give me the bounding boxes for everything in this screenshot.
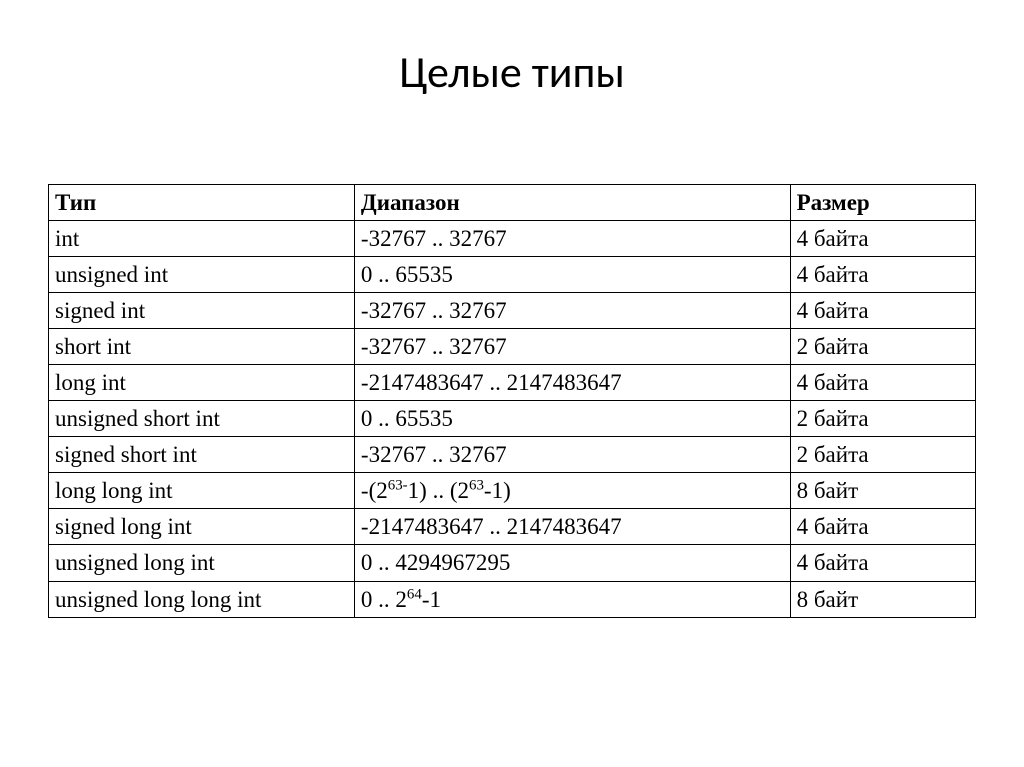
table-header-row: Тип Диапазон Размер: [49, 185, 976, 221]
header-range: Диапазон: [354, 185, 790, 221]
table-row: short int-32767 .. 327672 байта: [49, 329, 976, 365]
cell-type: signed short int: [49, 437, 355, 473]
table-row: unsigned long int0 .. 42949672954 байта: [49, 545, 976, 581]
cell-type: unsigned int: [49, 257, 355, 293]
table-row: signed int-32767 .. 327674 байта: [49, 293, 976, 329]
cell-type: long int: [49, 365, 355, 401]
cell-range: -32767 .. 32767: [354, 221, 790, 257]
cell-range: -32767 .. 32767: [354, 329, 790, 365]
cell-range: 0 .. 264-1: [354, 581, 790, 617]
cell-range: -32767 .. 32767: [354, 437, 790, 473]
cell-range: -32767 .. 32767: [354, 293, 790, 329]
cell-size: 4 байта: [790, 221, 975, 257]
table-row: signed long int-2147483647 .. 2147483647…: [49, 509, 976, 545]
table-row: unsigned int0 .. 655354 байта: [49, 257, 976, 293]
cell-type: int: [49, 221, 355, 257]
cell-range: 0 .. 65535: [354, 257, 790, 293]
cell-type: long long int: [49, 473, 355, 509]
cell-size: 8 байт: [790, 473, 975, 509]
integer-types-table: Тип Диапазон Размер int-32767 .. 327674 …: [48, 184, 976, 618]
table-row: long int-2147483647 .. 21474836474 байта: [49, 365, 976, 401]
table-body: int-32767 .. 327674 байтаunsigned int0 .…: [49, 221, 976, 618]
header-type: Тип: [49, 185, 355, 221]
cell-type: unsigned long int: [49, 545, 355, 581]
cell-type: short int: [49, 329, 355, 365]
cell-size: 4 байта: [790, 293, 975, 329]
cell-range: -2147483647 .. 2147483647: [354, 365, 790, 401]
cell-type: signed int: [49, 293, 355, 329]
cell-size: 2 байта: [790, 329, 975, 365]
header-size: Размер: [790, 185, 975, 221]
cell-size: 2 байта: [790, 401, 975, 437]
cell-range: 0 .. 65535: [354, 401, 790, 437]
cell-type: unsigned short int: [49, 401, 355, 437]
cell-type: unsigned long long int: [49, 581, 355, 617]
cell-size: 4 байта: [790, 545, 975, 581]
table-row: signed short int-32767 .. 327672 байта: [49, 437, 976, 473]
table-row: unsigned short int0 .. 655352 байта: [49, 401, 976, 437]
cell-size: 8 байт: [790, 581, 975, 617]
cell-range: -2147483647 .. 2147483647: [354, 509, 790, 545]
table-row: long long int-(263-1) .. (263-1)8 байт: [49, 473, 976, 509]
cell-size: 4 байта: [790, 365, 975, 401]
table-row: unsigned long long int0 .. 264-18 байт: [49, 581, 976, 617]
cell-type: signed long int: [49, 509, 355, 545]
cell-size: 2 байта: [790, 437, 975, 473]
cell-size: 4 байта: [790, 509, 975, 545]
cell-range: -(263-1) .. (263-1): [354, 473, 790, 509]
cell-range: 0 .. 4294967295: [354, 545, 790, 581]
cell-size: 4 байта: [790, 257, 975, 293]
table-row: int-32767 .. 327674 байта: [49, 221, 976, 257]
table-container: Тип Диапазон Размер int-32767 .. 327674 …: [0, 184, 1024, 618]
page-title: Целые типы: [0, 45, 1024, 99]
